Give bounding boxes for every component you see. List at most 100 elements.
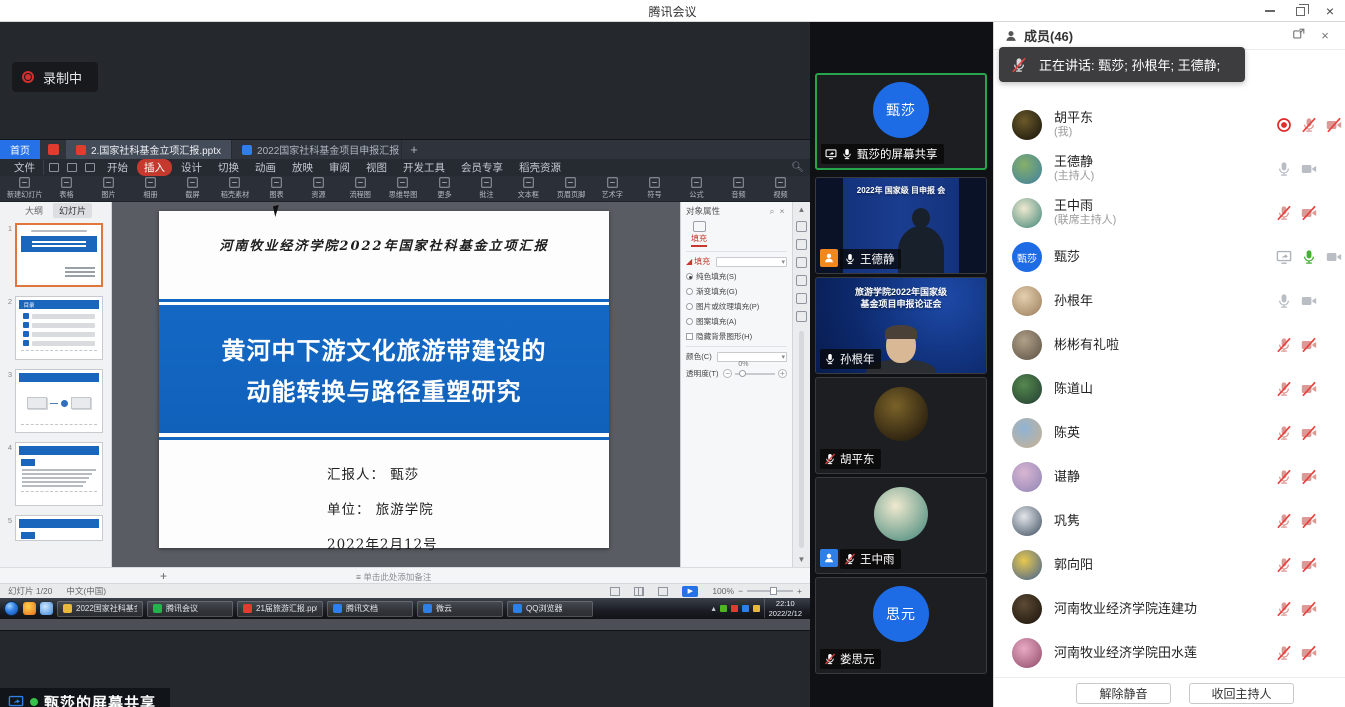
- mic-muted-icon[interactable]: [1301, 117, 1317, 133]
- member-row-河南牧业经济学院连建功[interactable]: 河南牧业经济学院连建功: [994, 587, 1345, 631]
- mic-muted-icon[interactable]: [1276, 513, 1292, 529]
- ribbon-页眉页脚[interactable]: 页眉页脚: [550, 177, 591, 200]
- menu-插入[interactable]: 插入: [137, 159, 172, 176]
- mic-muted-icon[interactable]: [1276, 337, 1292, 353]
- member-row-胡平东[interactable]: 胡平东(我): [994, 103, 1345, 147]
- radio-icon[interactable]: [686, 273, 693, 280]
- ribbon-音频[interactable]: 音频: [718, 177, 759, 200]
- close-pane-icon[interactable]: ×: [777, 206, 787, 216]
- notes-placeholder[interactable]: 单击此处添加备注: [356, 571, 431, 583]
- taskbar-button-2022国家社科基金[interactable]: 2022国家社科基金: [57, 601, 143, 617]
- cam-muted-icon[interactable]: [1301, 381, 1317, 397]
- file-menu[interactable]: 文件: [6, 160, 44, 175]
- slide-thumbnail-4[interactable]: [15, 442, 103, 506]
- browser-icon[interactable]: [23, 602, 36, 615]
- cam-muted-icon[interactable]: [1301, 425, 1317, 441]
- share-icon[interactable]: [1276, 249, 1292, 265]
- wps-home-tab[interactable]: 首页: [0, 140, 40, 159]
- color-dropdown[interactable]: [717, 352, 787, 362]
- menu-会员专享[interactable]: 会员专享: [454, 159, 510, 176]
- member-row-巩隽[interactable]: 巩隽: [994, 499, 1345, 543]
- current-slide[interactable]: 河南牧业经济学院2022年国家社科基金立项汇报 黄河中下游文化旅游带建设的 动能…: [159, 211, 609, 548]
- ribbon-艺术字[interactable]: 艺术字: [592, 177, 633, 200]
- cam-muted-icon[interactable]: [1301, 557, 1317, 573]
- mic-muted-icon[interactable]: [1276, 425, 1292, 441]
- recording-indicator[interactable]: 录制中: [12, 62, 98, 92]
- tray-icon-blue[interactable]: [742, 605, 749, 612]
- slide-thumbnail-list[interactable]: 12目录345: [0, 219, 111, 567]
- mic-muted-icon[interactable]: [1276, 381, 1292, 397]
- cam-muted-icon[interactable]: [1301, 601, 1317, 617]
- member-row-王中雨[interactable]: 王中雨(联席主持人): [994, 191, 1345, 235]
- menu-开始[interactable]: 开始: [100, 159, 135, 176]
- video-thumbnail-胡平东[interactable]: 胡平东: [815, 377, 987, 474]
- new-document-tab-button[interactable]: +: [402, 140, 426, 159]
- mic-on-icon[interactable]: [1276, 161, 1292, 177]
- popout-panel-icon[interactable]: [1289, 27, 1309, 44]
- mic-muted-icon[interactable]: [1276, 469, 1292, 485]
- zoom-out-icon[interactable]: −: [738, 586, 743, 596]
- taskbar-button-QQ浏览器[interactable]: QQ浏览器: [507, 601, 593, 617]
- member-row-彬彬有礼啦[interactable]: 彬彬有礼啦: [994, 323, 1345, 367]
- tray-icon-yellow[interactable]: [753, 605, 760, 612]
- ribbon-图表[interactable]: 图表: [256, 177, 297, 200]
- pane-scrollbar[interactable]: [799, 331, 804, 548]
- ribbon-更多[interactable]: 更多: [424, 177, 465, 200]
- close-panel-icon[interactable]: ×: [1315, 28, 1335, 43]
- cam-muted-icon[interactable]: [1326, 117, 1342, 133]
- menu-动画[interactable]: 动画: [248, 159, 283, 176]
- reading-view-icon[interactable]: [658, 587, 668, 596]
- transparency-slider-knob[interactable]: [739, 370, 746, 377]
- cam-muted-icon[interactable]: [1301, 645, 1317, 661]
- video-thumbnail-甄莎的屏幕共享[interactable]: 甄莎甄莎的屏幕共享: [815, 73, 987, 170]
- document-tab-1[interactable]: 2.国家社科基金立项汇报.pptx: [66, 140, 232, 159]
- menu-审阅[interactable]: 审阅: [322, 159, 357, 176]
- members-list[interactable]: 胡平东(我)王德静(主持人)王中雨(联席主持人)甄莎甄莎孙根年彬彬有礼啦陈道山陈…: [994, 103, 1345, 677]
- fill-section-caret[interactable]: ◢: [686, 257, 692, 266]
- transparency-minus-button[interactable]: −: [723, 369, 732, 378]
- unmute-button[interactable]: 解除静音: [1076, 683, 1171, 704]
- slide-sorter-icon[interactable]: [634, 587, 644, 596]
- close-button[interactable]: ×: [1315, 0, 1345, 22]
- ribbon-稻壳素材[interactable]: 稻壳素材: [214, 177, 255, 200]
- ribbon-文本框[interactable]: 文本框: [508, 177, 549, 200]
- panel-tab-大纲[interactable]: 大纲: [19, 203, 49, 218]
- animation-pane-icon[interactable]: [796, 239, 807, 250]
- radio-icon[interactable]: [686, 288, 693, 295]
- member-row-郭向阳[interactable]: 郭向阳: [994, 543, 1345, 587]
- cam-on-icon[interactable]: [1301, 161, 1317, 177]
- menu-开发工具[interactable]: 开发工具: [396, 159, 452, 176]
- fill-option-row[interactable]: 图案填充(A): [686, 316, 787, 327]
- mic-on-icon[interactable]: [1276, 293, 1292, 309]
- slide-thumbnail-1[interactable]: [15, 223, 103, 287]
- search-command-icon[interactable]: 🔍︎: [791, 162, 804, 173]
- scroll-down-icon[interactable]: ▼: [798, 555, 806, 564]
- minimize-button[interactable]: [1255, 0, 1285, 22]
- reclaim-host-button[interactable]: 收回主持人: [1189, 683, 1294, 704]
- mic-muted-icon[interactable]: [1276, 557, 1292, 573]
- fill-preset-dropdown[interactable]: [716, 257, 787, 267]
- ribbon-相册[interactable]: 相册: [130, 177, 171, 200]
- menu-稻壳资源[interactable]: 稻壳资源: [512, 159, 568, 176]
- taskbar-button-微云[interactable]: 微云: [417, 601, 503, 617]
- scroll-up-icon[interactable]: ▲: [798, 205, 806, 214]
- daoke-tab[interactable]: [40, 140, 66, 159]
- transparency-plus-button[interactable]: +: [778, 369, 787, 378]
- design-pane-icon[interactable]: [796, 257, 807, 268]
- panel-tab-幻灯片[interactable]: 幻灯片: [53, 203, 92, 218]
- slideshow-play-button[interactable]: ▶: [682, 586, 698, 597]
- selection-pane-icon[interactable]: [796, 293, 807, 304]
- help-pane-icon[interactable]: [796, 311, 807, 322]
- tray-icon-green[interactable]: [720, 605, 727, 612]
- member-row-陈英[interactable]: 陈英: [994, 411, 1345, 455]
- search-icon[interactable]: [40, 602, 53, 615]
- cam-muted-icon[interactable]: [1301, 337, 1317, 353]
- tray-icon-red[interactable]: [731, 605, 738, 612]
- cam-on-icon[interactable]: [1301, 293, 1317, 309]
- zoom-in-icon[interactable]: +: [797, 586, 802, 596]
- menu-设计[interactable]: 设计: [174, 159, 209, 176]
- radio-icon[interactable]: [686, 303, 693, 310]
- video-thumbnail-孙根年[interactable]: 旅游学院2022年国家级基金项目申报论证会孙根年: [815, 277, 987, 374]
- save-icon[interactable]: [49, 163, 59, 172]
- fill-option-row[interactable]: 渐变填充(G): [686, 286, 787, 297]
